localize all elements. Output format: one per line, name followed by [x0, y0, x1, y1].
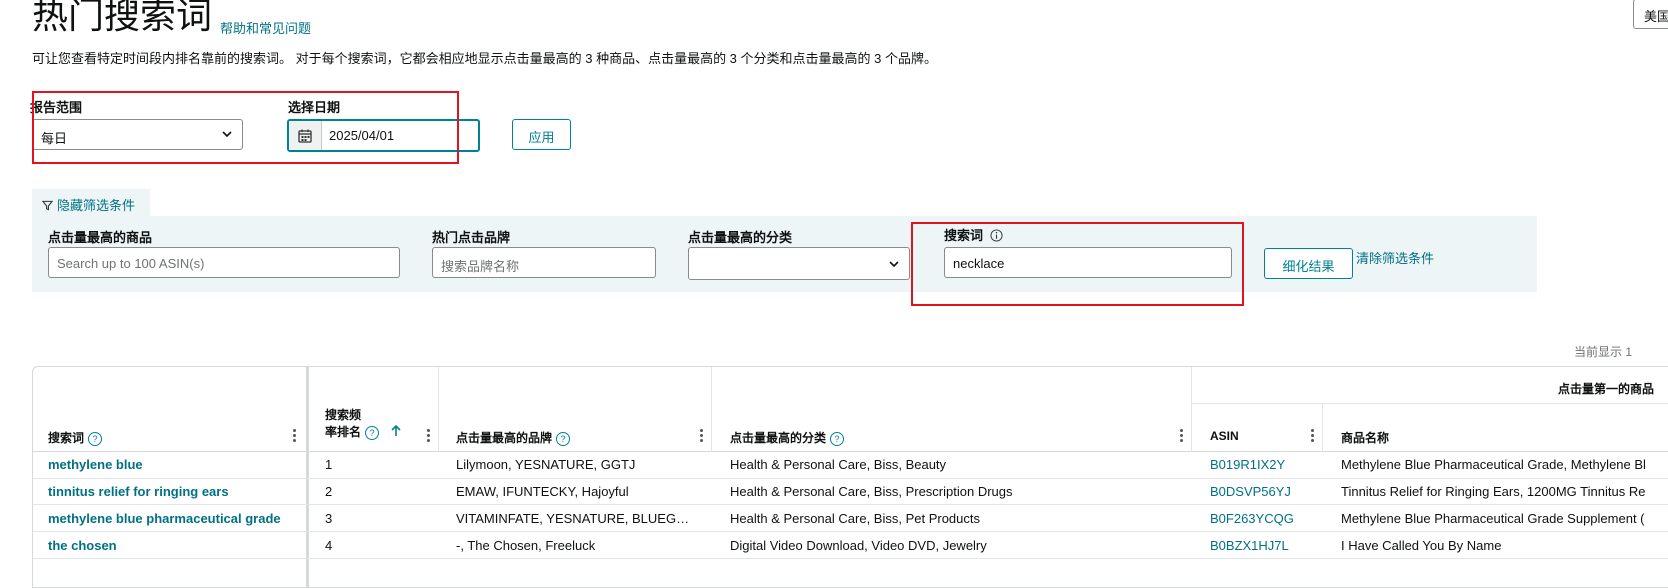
filter-icon — [41, 200, 54, 211]
region-button[interactable]: 美国 — [1633, 0, 1668, 29]
kebab-icon[interactable] — [427, 429, 431, 443]
col-header-category-label: 点击量最高的分类 — [730, 431, 827, 445]
keyword-link[interactable]: tinnitus relief for ringing ears — [48, 484, 298, 499]
showing-count-text: 当前显示 1 — [1574, 345, 1633, 359]
product-name-cell: Tinnitus Relief for Ringing Ears, 1200MG… — [1341, 484, 1646, 499]
product-name-cell: Methylene Blue Pharmaceutical Grade, Met… — [1341, 457, 1646, 472]
kebab-icon[interactable] — [1311, 429, 1315, 443]
brands-cell: -, The Chosen, Freeluck — [456, 538, 596, 553]
kebab-icon[interactable] — [1180, 429, 1184, 443]
highlight-box-report — [32, 91, 459, 164]
brand-filter-label: 热门点击品牌 — [432, 230, 511, 245]
brands-cell: EMAW, IFUNTECKY, Hajoyful — [456, 484, 629, 499]
clear-filters-link[interactable]: 清除筛选条件 — [1356, 248, 1434, 267]
filter-toggle-label: 隐藏筛选条件 — [57, 198, 136, 213]
col-divider — [711, 367, 712, 451]
row-divider — [33, 504, 1668, 505]
rank-cell: 1 — [325, 457, 333, 472]
kebab-icon[interactable] — [293, 429, 297, 443]
col-header-rank[interactable]: 搜索频 率排名? — [325, 407, 402, 441]
keyword-link[interactable]: methylene blue pharmaceutical grade — [48, 511, 306, 526]
asin-link[interactable]: B0BZX1HJ7L — [1210, 538, 1289, 553]
chevron-down-icon — [889, 261, 899, 268]
kebab-icon[interactable] — [700, 429, 704, 443]
results-table: 点击量第一的商品 搜索词? 搜索频 率排名? 点击量最高的品牌? 点击量最高的分… — [32, 366, 1668, 588]
categories-cell: Health & Personal Care, Biss, Beauty — [730, 457, 947, 472]
product-name-cell: I Have Called You By Name — [1341, 538, 1502, 553]
product-name-cell: Methylene Blue Pharmaceutical Grade Supp… — [1341, 511, 1645, 526]
brand-filter-placeholder: 搜索品牌名称 — [441, 259, 520, 274]
page-title: 热门搜索词 — [32, 0, 213, 36]
highlight-box-keyword — [911, 222, 1244, 306]
category-filter-label: 点击量最高的分类 — [688, 230, 793, 245]
col-divider — [1191, 367, 1192, 451]
product-filter-placeholder: Search up to 100 ASIN(s) — [57, 256, 205, 271]
brands-cell: Lilymoon, YESNATURE, GGTJ — [456, 457, 636, 472]
col-header-brand-label: 点击量最高的品牌 — [456, 431, 553, 445]
keyword-link[interactable]: methylene blue — [48, 457, 298, 472]
col-divider — [1322, 403, 1323, 451]
brands-cell: VITAMINFATE, YESNATURE, BLUEG… — [456, 511, 690, 526]
category-filter-select[interactable] — [688, 247, 910, 280]
col-header-keyword[interactable]: 搜索词? — [48, 429, 103, 446]
row-divider — [33, 478, 1668, 479]
help-icon[interactable]: ? — [830, 431, 845, 446]
col-header-rank-line2: 率排名 — [325, 425, 362, 439]
categories-cell: Health & Personal Care, Biss, Pet Produc… — [730, 511, 981, 526]
categories-cell: Digital Video Download, Video DVD, Jewel… — [730, 538, 987, 553]
help-icon[interactable]: ? — [88, 431, 103, 446]
help-link[interactable]: 帮助和常见问题 — [220, 18, 311, 37]
col-header-brand[interactable]: 点击量最高的品牌? — [456, 429, 571, 446]
page-description: 可让您查看特定时间段内排名靠前的搜索词。 对于每个搜索词，它都会相应地显示点击量… — [32, 51, 937, 66]
col-divider — [438, 367, 439, 451]
header-bottom-border — [33, 451, 1668, 452]
apply-button[interactable]: 应用 — [512, 119, 571, 150]
refine-results-button[interactable]: 细化结果 — [1264, 248, 1353, 279]
product-filter-input[interactable]: Search up to 100 ASIN(s) — [48, 247, 400, 278]
asin-link[interactable]: B0DSVP56YJ — [1210, 484, 1291, 499]
filter-toggle[interactable]: 隐藏筛选条件 — [32, 189, 150, 216]
categories-cell: Health & Personal Care, Biss, Prescripti… — [730, 484, 1013, 499]
col-header-keyword-label: 搜索词 — [48, 431, 85, 445]
row-divider — [33, 531, 1668, 532]
col-header-asin[interactable]: ASIN — [1210, 429, 1239, 443]
keyword-link[interactable]: the chosen — [48, 538, 298, 553]
asin-link[interactable]: B0F263YCQG — [1210, 511, 1294, 526]
row-divider — [33, 558, 1668, 559]
product-filter-label: 点击量最高的商品 — [48, 230, 153, 245]
group-header-divider — [1191, 403, 1668, 404]
rank-cell: 3 — [325, 511, 333, 526]
asin-link[interactable]: B019R1IX2Y — [1210, 457, 1285, 472]
col-header-rank-line1: 搜索频 — [325, 408, 362, 422]
sort-up-icon[interactable] — [390, 424, 402, 437]
help-icon[interactable]: ? — [365, 425, 380, 440]
group-header-top-product: 点击量第一的商品 — [1558, 382, 1655, 396]
rank-cell: 2 — [325, 484, 333, 499]
help-icon[interactable]: ? — [556, 431, 571, 446]
frozen-column-divider — [306, 367, 309, 587]
col-header-product-name[interactable]: 商品名称 — [1341, 429, 1389, 446]
rank-cell: 4 — [325, 538, 333, 553]
brand-filter-input[interactable]: 搜索品牌名称 — [432, 247, 656, 278]
col-header-category[interactable]: 点击量最高的分类? — [730, 429, 845, 446]
